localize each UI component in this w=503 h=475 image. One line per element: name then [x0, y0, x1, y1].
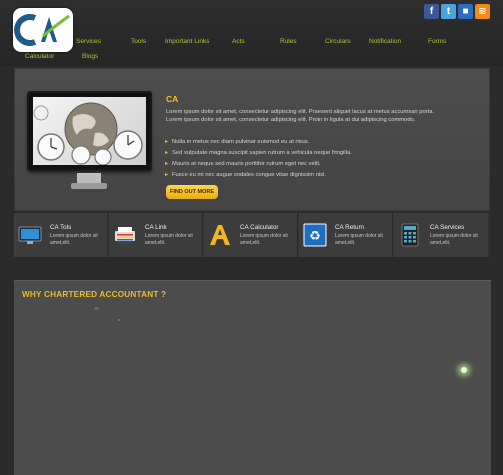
service-title: CA Calculator	[240, 224, 279, 231]
nav-item-forms[interactable]: Forms	[428, 38, 446, 45]
section-title: WHY CHARTERED ACCOUNTANT ?	[22, 290, 167, 299]
arrow-bullet-icon: ▸	[165, 172, 169, 178]
service-title: CA Link	[145, 224, 167, 231]
hero-bullets: ▸ Nulla in metus nec diam pulvinar euismo…	[165, 138, 352, 182]
dust-speck	[94, 307, 99, 310]
service-title: CA Tols	[50, 224, 72, 231]
nav-item-tools[interactable]: Tools	[131, 38, 146, 45]
service-desc: Lorem ipsum dolor sit amet,elit.	[335, 233, 383, 246]
monitor-base	[71, 183, 107, 189]
arrow-bullet-icon: ▸	[165, 139, 169, 145]
service-ca-calculator[interactable]: CA Calculator Lorem ipsum dolor sit amet…	[204, 213, 298, 257]
nav-item-calculator[interactable]: Calculator	[25, 53, 54, 60]
service-ca-link[interactable]: CA Link Lorem ipsum dolor sit amet,elit.	[109, 213, 203, 257]
dust-speck	[118, 319, 120, 321]
social-links: f t ■ ≋	[424, 4, 490, 19]
monitor-stand	[77, 173, 101, 183]
service-ca-return[interactable]: ♻ CA Return Lorem ipsum dolor sit amet,e…	[299, 213, 393, 257]
find-out-more-button[interactable]: FIND OUT MORE	[166, 185, 218, 199]
service-title: CA Services	[430, 224, 465, 231]
main-nav: Services Tools Important Links Acts Rule…	[0, 38, 503, 68]
nav-item-important-links[interactable]: Important Links	[165, 38, 209, 45]
service-ca-services[interactable]: CA Services Lorem ipsum dolor sit amet,e…	[394, 213, 488, 257]
hero-description: Lorem ipsum dolor sit amet, consectetur …	[166, 109, 435, 124]
bullet-text: Nulla in metus nec diam pulvinar euismod…	[172, 139, 310, 145]
service-desc: Lorem ipsum dolor sit amet,elit.	[240, 233, 288, 246]
nav-item-acts[interactable]: Acts	[232, 38, 245, 45]
nav-item-circulars[interactable]: Circulars	[325, 38, 351, 45]
calculator-icon	[401, 223, 419, 247]
list-item: ▸ Fusce eu mi nec augue sodales congue vi…	[165, 171, 352, 182]
light-speck	[461, 367, 467, 373]
nav-item-services[interactable]: Services	[76, 38, 101, 45]
hero-title: CA	[166, 94, 179, 104]
bullet-text: Sed vulputate magna suscipit sapien rutr…	[172, 150, 352, 156]
recycle-icon: ♻	[303, 223, 327, 247]
letter-a-icon	[210, 225, 230, 245]
rss-icon[interactable]: ≋	[475, 4, 490, 19]
globe-clocks-image	[33, 97, 146, 165]
arrow-bullet-icon: ▸	[165, 150, 169, 156]
monitor-image	[27, 91, 152, 171]
arrow-bullet-icon: ▸	[165, 161, 169, 167]
site-header: f t ■ ≋ Services Tools Important Links A…	[0, 0, 503, 66]
services-row: CA Tols Lorem ipsum dolor sit amet,elit.…	[14, 213, 490, 257]
list-item: ▸ Sed vulputate magna suscipit sapien rut…	[165, 149, 352, 160]
list-item: ▸ Nulla in metus nec diam pulvinar euismo…	[165, 138, 352, 149]
why-section: WHY CHARTERED ACCOUNTANT ?	[14, 280, 491, 475]
service-desc: Lorem ipsum dolor sit amet,elit.	[430, 233, 478, 246]
bullet-text: Fusce eu mi nec augue sodales congue vit…	[172, 172, 327, 178]
printer-icon	[115, 227, 135, 244]
bullet-text: Mauris at neque sed mauris porttitor rut…	[172, 161, 321, 167]
delicious-icon[interactable]: ■	[458, 4, 473, 19]
service-desc: Lorem ipsum dolor sit amet,elit.	[145, 233, 193, 246]
nav-item-notification[interactable]: Notification	[369, 38, 401, 45]
svg-text:♻: ♻	[309, 229, 321, 244]
list-item: ▸ Mauris at neque sed mauris porttitor ru…	[165, 160, 352, 171]
facebook-icon[interactable]: f	[424, 4, 439, 19]
service-ca-tols[interactable]: CA Tols Lorem ipsum dolor sit amet,elit.	[14, 213, 108, 257]
nav-item-rules[interactable]: Rules	[280, 38, 297, 45]
service-title: CA Return	[335, 224, 365, 231]
hero-banner: CA Lorem ipsum dolor sit amet, consectet…	[14, 68, 490, 211]
nav-item-blogs[interactable]: Blogs	[82, 53, 98, 60]
twitter-icon[interactable]: t	[441, 4, 456, 19]
service-desc: Lorem ipsum dolor sit amet,elit.	[50, 233, 98, 246]
monitor-icon	[18, 226, 42, 244]
